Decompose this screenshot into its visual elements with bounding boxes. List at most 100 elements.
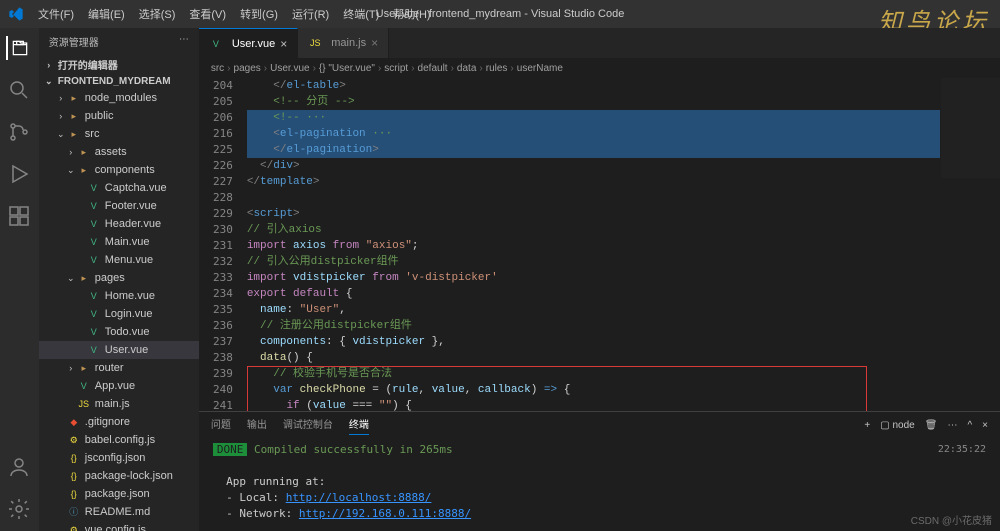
file-label: node_modules <box>85 90 157 106</box>
terminal-output[interactable]: DONE Compiled successfully in 265ms22:35… <box>199 438 1000 531</box>
menu-item[interactable]: 文件(F) <box>32 3 80 25</box>
run-debug-icon[interactable] <box>7 162 31 186</box>
breadcrumb-item[interactable]: rules <box>486 63 508 74</box>
close-tab-icon[interactable]: × <box>280 37 287 51</box>
breadcrumb-item[interactable]: default <box>418 63 448 74</box>
file-label: babel.config.js <box>85 432 155 448</box>
json-icon: {} <box>67 469 81 483</box>
file-label: Menu.vue <box>105 252 153 268</box>
terminal-dropdown[interactable]: ▢ node <box>880 420 914 431</box>
js-icon: ⚙ <box>67 433 81 447</box>
menu-item[interactable]: 查看(V) <box>183 3 232 25</box>
tree-item[interactable]: VCaptcha.vue <box>39 179 199 197</box>
breadcrumb-item[interactable]: User.vue <box>270 63 309 74</box>
tree-item[interactable]: ⚙vue.config.js <box>39 521 199 531</box>
vue-icon: V <box>87 289 101 303</box>
sidebar-title: 资源管理器⋯ <box>39 28 199 55</box>
sidebar: 资源管理器⋯ ›打开的编辑器 ⌄FRONTEND_MYDREAM ›▸node_… <box>39 28 199 531</box>
tree-item[interactable]: ◆.gitignore <box>39 413 199 431</box>
tree-item[interactable]: ⚙ babel.config.js <box>39 431 199 449</box>
tree-item[interactable]: ›▸router <box>39 359 199 377</box>
tree-item[interactable]: VMain.vue <box>39 233 199 251</box>
file-label: main.js <box>95 396 130 412</box>
tree-item[interactable]: V App.vue <box>39 377 199 395</box>
js-icon: ⚙ <box>67 523 81 531</box>
file-label: Main.vue <box>105 234 150 250</box>
close-panel-icon[interactable]: × <box>982 420 988 431</box>
file-label: App.vue <box>95 378 135 394</box>
tree-item[interactable]: VUser.vue <box>39 341 199 359</box>
new-terminal-icon[interactable]: + <box>864 420 870 431</box>
breadcrumb-item[interactable]: userName <box>517 63 563 74</box>
minimap[interactable] <box>940 78 1000 411</box>
csdn-watermark: CSDN @小花皮猪 <box>911 512 992 527</box>
tree-item[interactable]: ⓘREADME.md <box>39 503 199 521</box>
explorer-icon[interactable] <box>6 36 30 60</box>
git-icon: ◆ <box>67 415 81 429</box>
tree-item[interactable]: {} package.json <box>39 485 199 503</box>
breadcrumb[interactable]: src›pages›User.vue›{} "User.vue"›script›… <box>199 58 1000 78</box>
tree-item[interactable]: JSmain.js <box>39 395 199 413</box>
extensions-icon[interactable] <box>7 204 31 228</box>
panel-tab[interactable]: 输出 <box>247 416 267 435</box>
tree-item[interactable]: ⌄▸components <box>39 161 199 179</box>
tree-item[interactable]: {}jsconfig.json <box>39 449 199 467</box>
file-label: package.json <box>85 486 150 502</box>
maximize-icon[interactable]: ^ <box>967 420 972 431</box>
menu-item[interactable]: 选择(S) <box>133 3 182 25</box>
tree-item[interactable]: VHeader.vue <box>39 215 199 233</box>
tree-item[interactable]: ›▸node_modules <box>39 89 199 107</box>
done-badge: DONE <box>213 443 248 456</box>
tree-item[interactable]: ›▸assets <box>39 143 199 161</box>
trash-icon[interactable]: 🗑 <box>925 420 938 431</box>
code-editor[interactable]: 2042052062162252262272282292302312322332… <box>199 78 1000 411</box>
open-editors-section[interactable]: ›打开的编辑器 <box>39 55 199 74</box>
more-icon[interactable]: ⋯ <box>947 420 957 431</box>
search-icon[interactable] <box>7 78 31 102</box>
panel-tab[interactable]: 终端 <box>349 416 369 435</box>
editor-tab[interactable]: JSmain.js× <box>298 28 389 58</box>
more-icon[interactable]: ⋯ <box>179 34 189 49</box>
json-icon: {} <box>67 451 81 465</box>
file-label: src <box>85 126 100 142</box>
file-tree: ›▸node_modules›▸public⌄▸src›▸assets⌄▸com… <box>39 89 199 531</box>
settings-gear-icon[interactable] <box>7 497 31 521</box>
tree-item[interactable]: ›▸public <box>39 107 199 125</box>
tree-item[interactable]: VFooter.vue <box>39 197 199 215</box>
tree-item[interactable]: ⌄▸src <box>39 125 199 143</box>
panel-tab[interactable]: 问题 <box>211 416 231 435</box>
editor-tab[interactable]: VUser.vue× <box>199 28 298 58</box>
tree-item[interactable]: ⌄▸pages <box>39 269 199 287</box>
vue-icon: V <box>77 379 91 393</box>
file-label: Captcha.vue <box>105 180 167 196</box>
tree-item[interactable]: VHome.vue <box>39 287 199 305</box>
json-icon: {} <box>67 487 81 501</box>
file-label: package-lock.json <box>85 468 173 484</box>
file-label: router <box>95 360 124 376</box>
breadcrumb-item[interactable]: pages <box>234 63 261 74</box>
source-control-icon[interactable] <box>7 120 31 144</box>
file-label: Footer.vue <box>105 198 157 214</box>
menu-item[interactable]: 编辑(E) <box>82 3 131 25</box>
menu-item[interactable]: 运行(R) <box>286 3 335 25</box>
account-icon[interactable] <box>7 455 31 479</box>
folder-icon: ▸ <box>67 109 81 123</box>
project-section[interactable]: ⌄FRONTEND_MYDREAM <box>39 74 199 89</box>
breadcrumb-item[interactable]: script <box>384 63 408 74</box>
panel: 问题输出调试控制台终端 + ▢ node 🗑 ⋯ ^ × DONE Compil… <box>199 411 1000 531</box>
breadcrumb-item[interactable]: {} "User.vue" <box>319 63 375 74</box>
breadcrumb-item[interactable]: src <box>211 63 224 74</box>
panel-tab[interactable]: 调试控制台 <box>283 416 333 435</box>
tree-item[interactable]: VMenu.vue <box>39 251 199 269</box>
tree-item[interactable]: VTodo.vue <box>39 323 199 341</box>
tree-item[interactable]: VLogin.vue <box>39 305 199 323</box>
file-label: User.vue <box>105 342 148 358</box>
tree-item[interactable]: {} package-lock.json <box>39 467 199 485</box>
code-content[interactable]: </el-table> <!-- 分页 --> <!-- ··· <el-pag… <box>247 78 940 411</box>
folder-icon: ▸ <box>67 127 81 141</box>
file-label: public <box>85 108 114 124</box>
close-tab-icon[interactable]: × <box>371 36 378 50</box>
vscode-logo-icon <box>8 6 24 22</box>
breadcrumb-item[interactable]: data <box>457 63 476 74</box>
menu-item[interactable]: 转到(G) <box>234 3 284 25</box>
